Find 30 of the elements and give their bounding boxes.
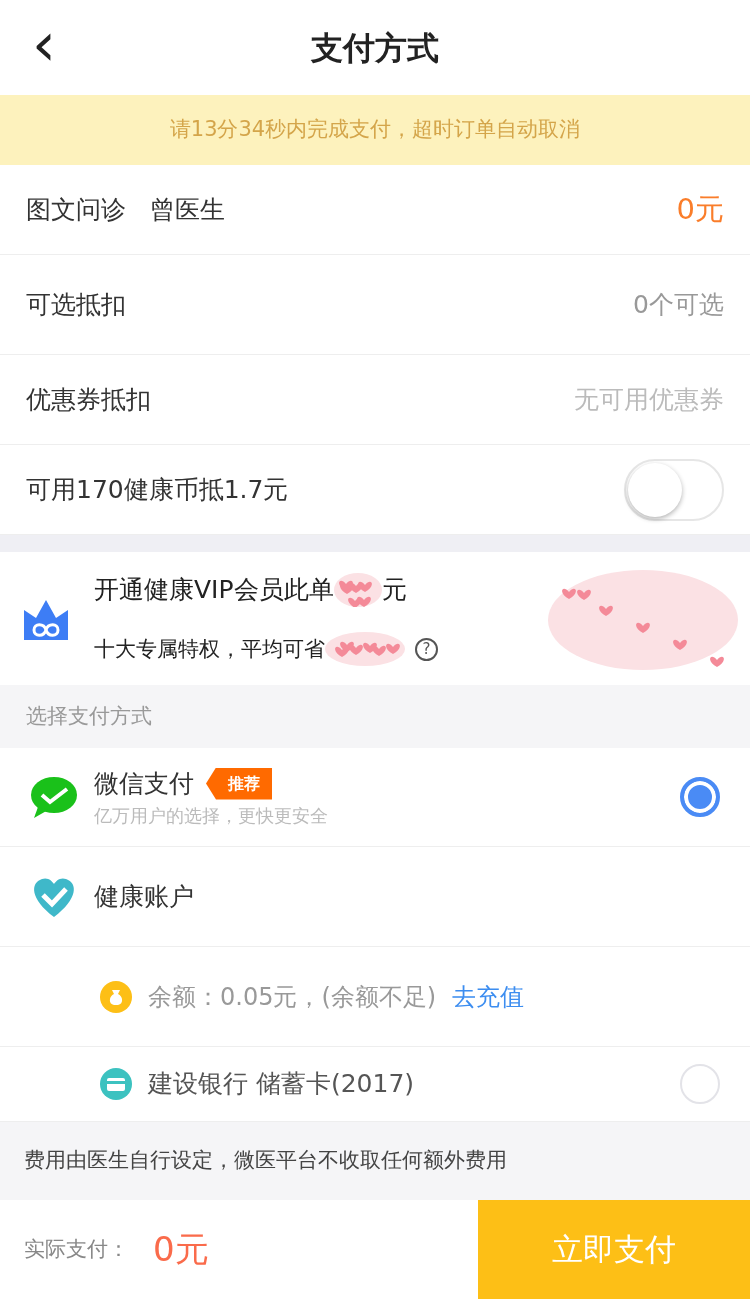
method-name: 建设银行 储蓄卡(2017) bbox=[148, 1068, 416, 1101]
row-label: 可用170健康币抵1.7元 bbox=[26, 473, 289, 506]
help-button[interactable]: ? bbox=[415, 637, 438, 661]
countdown-notice: 请13分34秒内完成支付，超时订单自动取消 bbox=[169, 116, 581, 144]
vip-title-end: 元 bbox=[381, 573, 407, 606]
row-value: 0元 bbox=[676, 190, 724, 228]
recommend-tag: 推荐 bbox=[206, 767, 272, 800]
balance-text: 余额：0.05元，(余额不足) bbox=[148, 981, 437, 1013]
method-name: 微信支付 bbox=[94, 767, 194, 800]
radio-button[interactable] bbox=[680, 777, 720, 817]
method-description: 亿万用户的选择，更快更安全 bbox=[94, 804, 329, 829]
doctor-name: 曾医生 bbox=[150, 193, 225, 226]
row-value: 0个可选 bbox=[633, 288, 724, 321]
total-label: 实际支付： bbox=[24, 1235, 129, 1263]
fee-note: 费用由医生自行设定，微医平台不收取任何额外费用 bbox=[24, 1147, 507, 1175]
back-button[interactable]: ‹ bbox=[26, 14, 62, 74]
page-title: 支付方式 bbox=[311, 27, 439, 69]
method-name: 健康账户 bbox=[94, 880, 195, 913]
row-label: 优惠券抵扣 bbox=[26, 383, 151, 416]
vip-subtitle: 十大专属特权，平均可省 bbox=[94, 635, 325, 663]
vip-title: 开通健康VIP会员此单 bbox=[94, 573, 334, 606]
card-icon bbox=[100, 1068, 132, 1100]
redaction-drawing bbox=[333, 572, 382, 607]
money-bag-icon bbox=[100, 980, 132, 1013]
section-label: 选择支付方式 bbox=[26, 702, 152, 730]
row-value: 无可用优惠券 bbox=[574, 383, 724, 416]
total-amount: 0元 bbox=[153, 1228, 209, 1271]
row-label: 可选抵扣 bbox=[26, 288, 126, 321]
chat-bubble-icon bbox=[30, 775, 78, 819]
row-label: 图文问诊 bbox=[26, 193, 126, 226]
